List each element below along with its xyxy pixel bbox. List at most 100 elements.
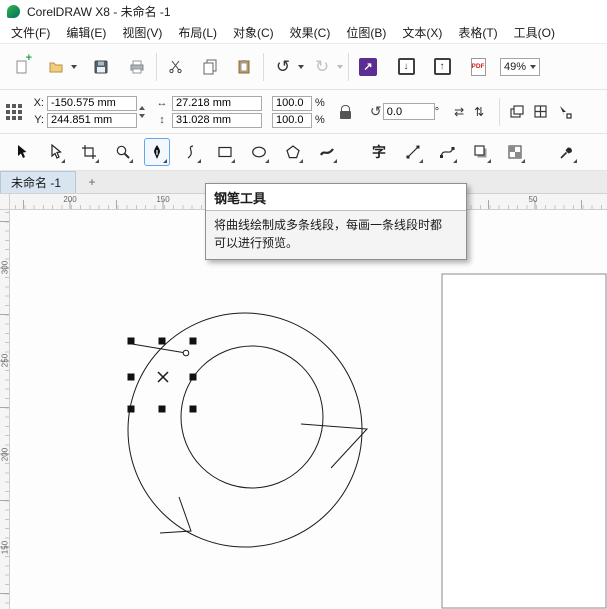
menu-item-bitmaps[interactable]: 位图(B) bbox=[338, 21, 394, 44]
import-icon: ↓ bbox=[398, 58, 415, 75]
toolbar-separator bbox=[156, 53, 157, 81]
crop-tool[interactable] bbox=[76, 138, 102, 166]
save-button[interactable] bbox=[87, 51, 115, 83]
lock-ratio-button[interactable] bbox=[335, 97, 357, 127]
text-tool[interactable]: 字 bbox=[366, 138, 392, 166]
ruler-origin-corner[interactable] bbox=[0, 194, 10, 210]
open-dropdown-caret[interactable] bbox=[71, 65, 77, 69]
inner-circle-shape[interactable] bbox=[181, 346, 323, 488]
y-position-label: Y: bbox=[30, 114, 44, 126]
position-spinner[interactable] bbox=[139, 106, 145, 118]
menu-item-text[interactable]: 文本(X) bbox=[394, 21, 450, 44]
spinner-up-icon bbox=[139, 106, 145, 110]
menu-item-view[interactable]: 视图(V) bbox=[114, 21, 170, 44]
zoom-tool[interactable] bbox=[110, 138, 136, 166]
handle-middle-right[interactable] bbox=[190, 374, 197, 381]
tooltip-line-2: 可以进行预览。 bbox=[214, 234, 458, 252]
convert-to-curves-button[interactable] bbox=[529, 98, 553, 126]
menu-item-tools[interactable]: 工具(O) bbox=[506, 21, 563, 44]
vertical-ruler[interactable]: 300250200150 bbox=[0, 210, 10, 609]
tooltip-description: 将曲线绘制成多条线段，每画一条线段时都 可以进行预览。 bbox=[206, 210, 466, 259]
drawing-canvas[interactable] bbox=[10, 210, 607, 609]
artistic-media-tool[interactable] bbox=[314, 138, 340, 166]
color-eyedropper-tool[interactable] bbox=[554, 138, 580, 166]
redo-dropdown-caret[interactable] bbox=[337, 65, 343, 69]
rotation-angle-input[interactable] bbox=[383, 103, 435, 120]
handle-bottom-right[interactable] bbox=[190, 406, 197, 413]
scale-y-unit: % bbox=[315, 114, 325, 126]
standard-toolbar: + ↺ ↻ ↗ bbox=[0, 44, 607, 90]
application-launcher-button[interactable]: ↗ bbox=[354, 51, 382, 83]
x-position-input[interactable] bbox=[47, 96, 137, 111]
object-center-mark[interactable] bbox=[158, 372, 168, 382]
object-width-input[interactable] bbox=[172, 96, 262, 111]
new-tab-icon: + bbox=[89, 175, 96, 189]
menu-item-table[interactable]: 表格(T) bbox=[450, 21, 505, 44]
menu-item-file[interactable]: 文件(F) bbox=[3, 21, 58, 44]
spinner-down-icon bbox=[139, 114, 145, 118]
y-position-input[interactable] bbox=[47, 113, 137, 128]
object-origin-selector[interactable] bbox=[6, 104, 22, 120]
ruler-label: 200 bbox=[63, 195, 76, 204]
rotation-icon: ↺ bbox=[369, 103, 383, 120]
line-tool[interactable] bbox=[400, 138, 426, 166]
ruler-label: 150 bbox=[1, 538, 10, 558]
menu-item-layout[interactable]: 布局(L) bbox=[170, 21, 225, 44]
bspline-tool[interactable] bbox=[178, 138, 204, 166]
cut-button[interactable] bbox=[162, 51, 190, 83]
pick-tool[interactable] bbox=[8, 138, 34, 166]
property-bar: X: Y: ↔ ↕ % bbox=[0, 90, 607, 134]
polygon-tool[interactable] bbox=[280, 138, 306, 166]
drop-shadow-tool[interactable] bbox=[468, 138, 494, 166]
handle-top-center[interactable] bbox=[159, 338, 166, 345]
outer-circle-shape[interactable] bbox=[128, 313, 362, 547]
toolbar-separator bbox=[263, 53, 264, 81]
zoom-dropdown-caret bbox=[530, 65, 536, 69]
mirror-vertical-button[interactable]: ⇅ bbox=[469, 102, 489, 122]
transparency-tool[interactable] bbox=[502, 138, 528, 166]
menu-item-edit[interactable]: 编辑(E) bbox=[58, 21, 114, 44]
handle-bottom-left[interactable] bbox=[128, 406, 135, 413]
scale-x-input[interactable] bbox=[272, 96, 312, 111]
handle-top-left[interactable] bbox=[128, 338, 135, 345]
scale-y-input[interactable] bbox=[272, 113, 312, 128]
menu-item-object[interactable]: 对象(C) bbox=[225, 21, 282, 44]
pen-tool[interactable] bbox=[144, 138, 170, 166]
export-button[interactable]: ↑ bbox=[428, 51, 456, 83]
menu-item-effects[interactable]: 效果(C) bbox=[282, 21, 339, 44]
open-button[interactable] bbox=[42, 51, 70, 83]
zoom-level-select[interactable]: 49% bbox=[500, 58, 540, 76]
ruler-label: 50 bbox=[529, 195, 538, 204]
print-button[interactable] bbox=[123, 51, 151, 83]
canvas-drawing[interactable] bbox=[10, 210, 607, 609]
undo-button[interactable]: ↺ bbox=[269, 51, 297, 83]
object-height-input[interactable] bbox=[172, 113, 262, 128]
handle-bottom-center[interactable] bbox=[159, 406, 166, 413]
handle-middle-left[interactable] bbox=[128, 374, 135, 381]
copy-button[interactable] bbox=[196, 51, 224, 83]
launcher-icon: ↗ bbox=[359, 58, 377, 76]
scale-x-unit: % bbox=[315, 97, 325, 109]
x-position-label: X: bbox=[30, 97, 44, 109]
curve-node[interactable] bbox=[183, 350, 189, 356]
wrap-text-button[interactable] bbox=[505, 98, 529, 126]
handle-top-right[interactable] bbox=[190, 338, 197, 345]
shape-tool[interactable] bbox=[42, 138, 68, 166]
tooltip-line-1: 将曲线绘制成多条线段，每画一条线段时都 bbox=[214, 216, 458, 234]
document-tab[interactable]: 未命名 -1 bbox=[0, 171, 76, 193]
curve-tool[interactable] bbox=[434, 138, 460, 166]
node-edit-button[interactable] bbox=[553, 98, 577, 126]
ellipse-tool[interactable] bbox=[246, 138, 272, 166]
redo-button[interactable]: ↻ bbox=[308, 51, 336, 83]
rectangle-tool[interactable] bbox=[212, 138, 238, 166]
ruler-label: 250 bbox=[1, 351, 10, 371]
mirror-horizontal-button[interactable]: ⇄ bbox=[449, 102, 469, 122]
new-document-button[interactable]: + bbox=[8, 51, 36, 83]
document-tab-label: 未命名 -1 bbox=[11, 174, 61, 191]
import-button[interactable]: ↓ bbox=[392, 51, 420, 83]
new-tab-button[interactable]: + bbox=[84, 174, 100, 190]
paste-button[interactable] bbox=[230, 51, 258, 83]
undo-dropdown-caret[interactable] bbox=[298, 65, 304, 69]
polyline-right[interactable] bbox=[301, 424, 367, 468]
publish-to-pdf-button[interactable]: PDF bbox=[464, 51, 492, 83]
